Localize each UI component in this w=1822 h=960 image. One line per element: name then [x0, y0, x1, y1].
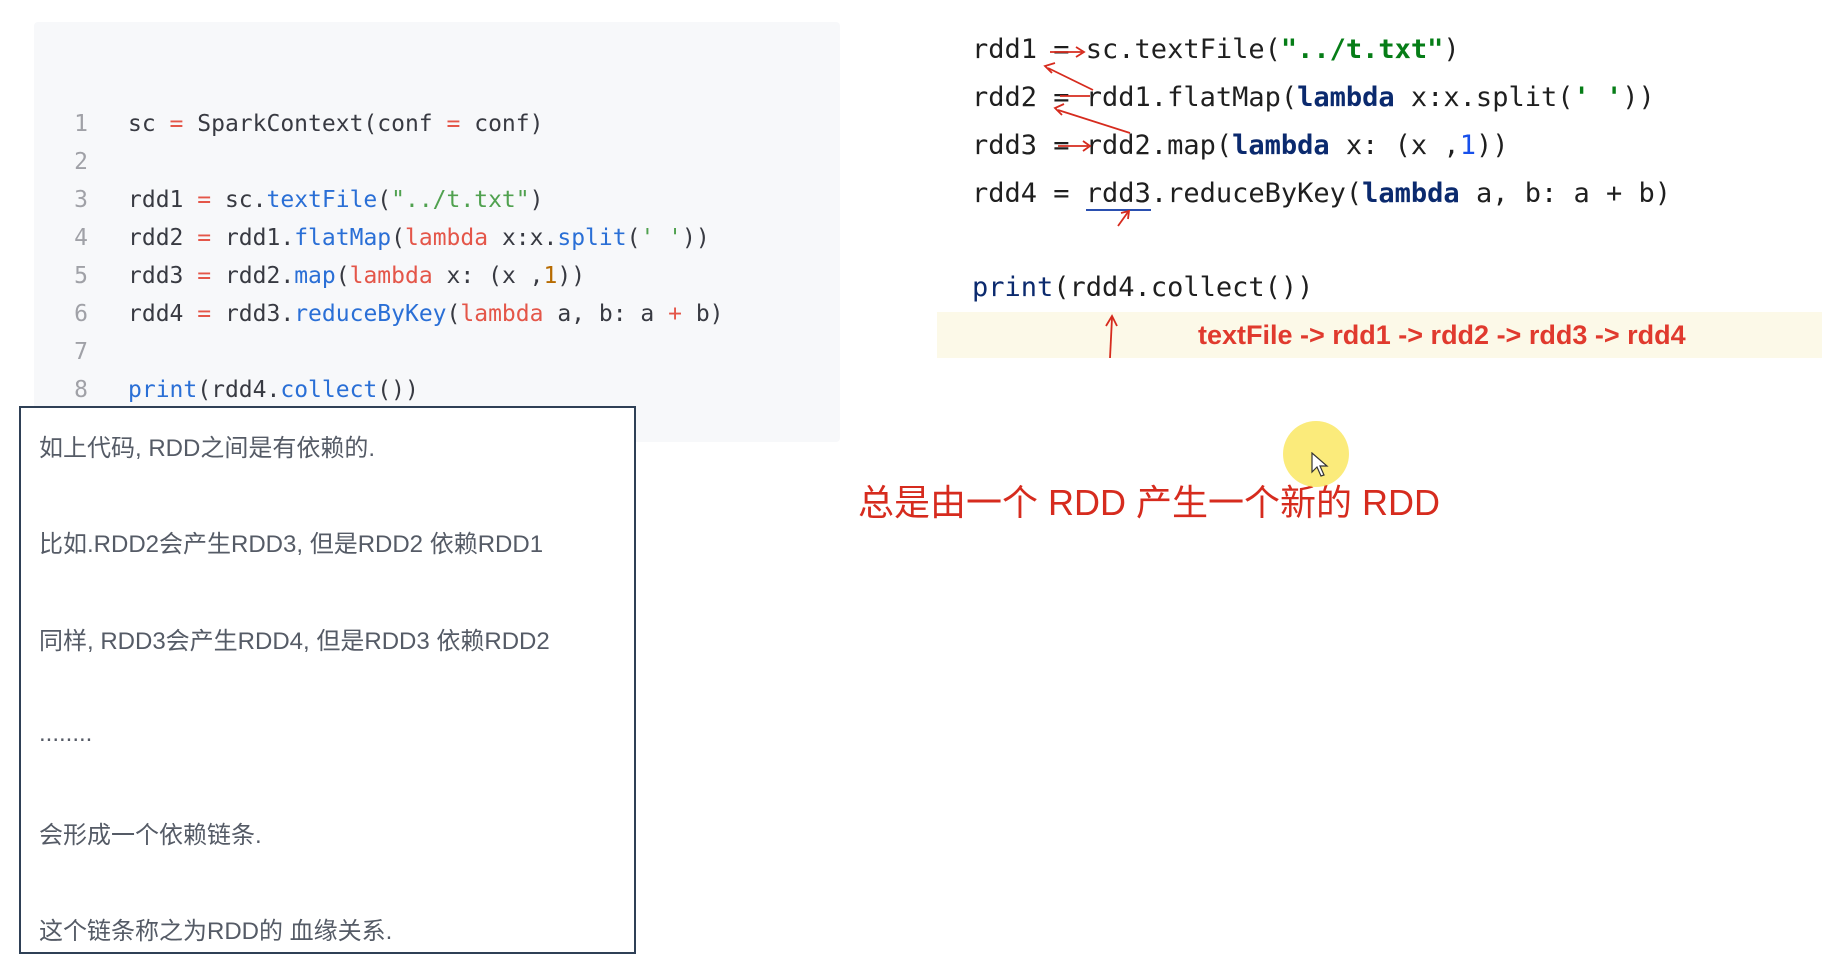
arrow-6 [1117, 211, 1129, 227]
summary-annotation: 总是由一个 RDD 产生一个新的 RDD [858, 482, 1440, 523]
arrow-2 [1047, 67, 1094, 91]
arrow-4 [1057, 109, 1131, 134]
arrow-7 [1109, 317, 1113, 359]
mouse-cursor-icon [1311, 452, 1329, 477]
arrow-4-head [1053, 103, 1065, 116]
